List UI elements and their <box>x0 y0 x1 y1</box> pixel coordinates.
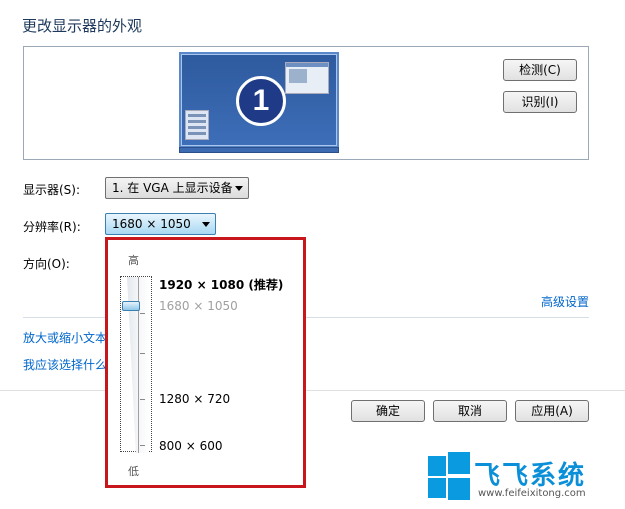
high-label: 高 <box>128 254 139 267</box>
resolution-option[interactable]: 1280 × 720 <box>159 392 230 406</box>
slider-tick <box>140 399 145 400</box>
slider-thumb[interactable] <box>122 301 140 311</box>
mini-sidebar-icon <box>185 110 209 140</box>
display-select[interactable]: 1. 在 VGA 上显示设备 <box>105 177 249 199</box>
chevron-down-icon <box>202 222 210 227</box>
monitor-number-badge: 1 <box>236 76 286 126</box>
detect-button[interactable]: 检测(C) <box>503 59 577 81</box>
monitor-base <box>179 147 339 153</box>
display-label: 显示器(S): <box>23 183 81 197</box>
watermark-url: www.feifeixitong.com <box>478 488 586 499</box>
orientation-label: 方向(O): <box>23 257 70 271</box>
cancel-button[interactable]: 取消 <box>433 400 507 422</box>
resolution-slider-track[interactable] <box>120 276 152 453</box>
page-title: 更改显示器的外观 <box>22 17 143 35</box>
text-size-link[interactable]: 放大或缩小文本 <box>23 329 107 346</box>
apply-button[interactable]: 应用(A) <box>515 400 589 422</box>
mini-window-icon <box>285 62 329 94</box>
ok-button[interactable]: 确定 <box>351 400 425 422</box>
monitor-1-icon[interactable]: 1 <box>179 52 339 153</box>
advanced-settings-link[interactable]: 高级设置 <box>541 293 589 310</box>
resolution-select[interactable]: 1680 × 1050 <box>105 213 216 235</box>
divider <box>0 390 625 391</box>
chevron-down-icon <box>235 186 243 191</box>
resolution-label: 分辨率(R): <box>23 220 81 234</box>
resolution-option-recommended[interactable]: 1920 × 1080 (推荐) <box>159 276 283 293</box>
resolution-option[interactable]: 800 × 600 <box>159 439 223 453</box>
resolution-option-current[interactable]: 1680 × 1050 <box>159 299 238 313</box>
display-select-value: 1. 在 VGA 上显示设备 <box>112 181 233 195</box>
resolution-dropdown-popup: 高 低 1920 × 1080 (推荐) 1680 × 1050 1280 × … <box>105 237 306 488</box>
which-settings-link[interactable]: 我应该选择什么 <box>23 356 107 373</box>
low-label: 低 <box>128 465 139 478</box>
slider-tick <box>140 313 145 314</box>
watermark-brand: 飞飞系统 <box>474 461 587 491</box>
resolution-select-value: 1680 × 1050 <box>112 217 191 231</box>
windows-logo-icon <box>428 452 470 500</box>
slider-tick <box>140 445 145 446</box>
slider-tick <box>140 353 145 354</box>
identify-button[interactable]: 识别(I) <box>503 91 577 113</box>
